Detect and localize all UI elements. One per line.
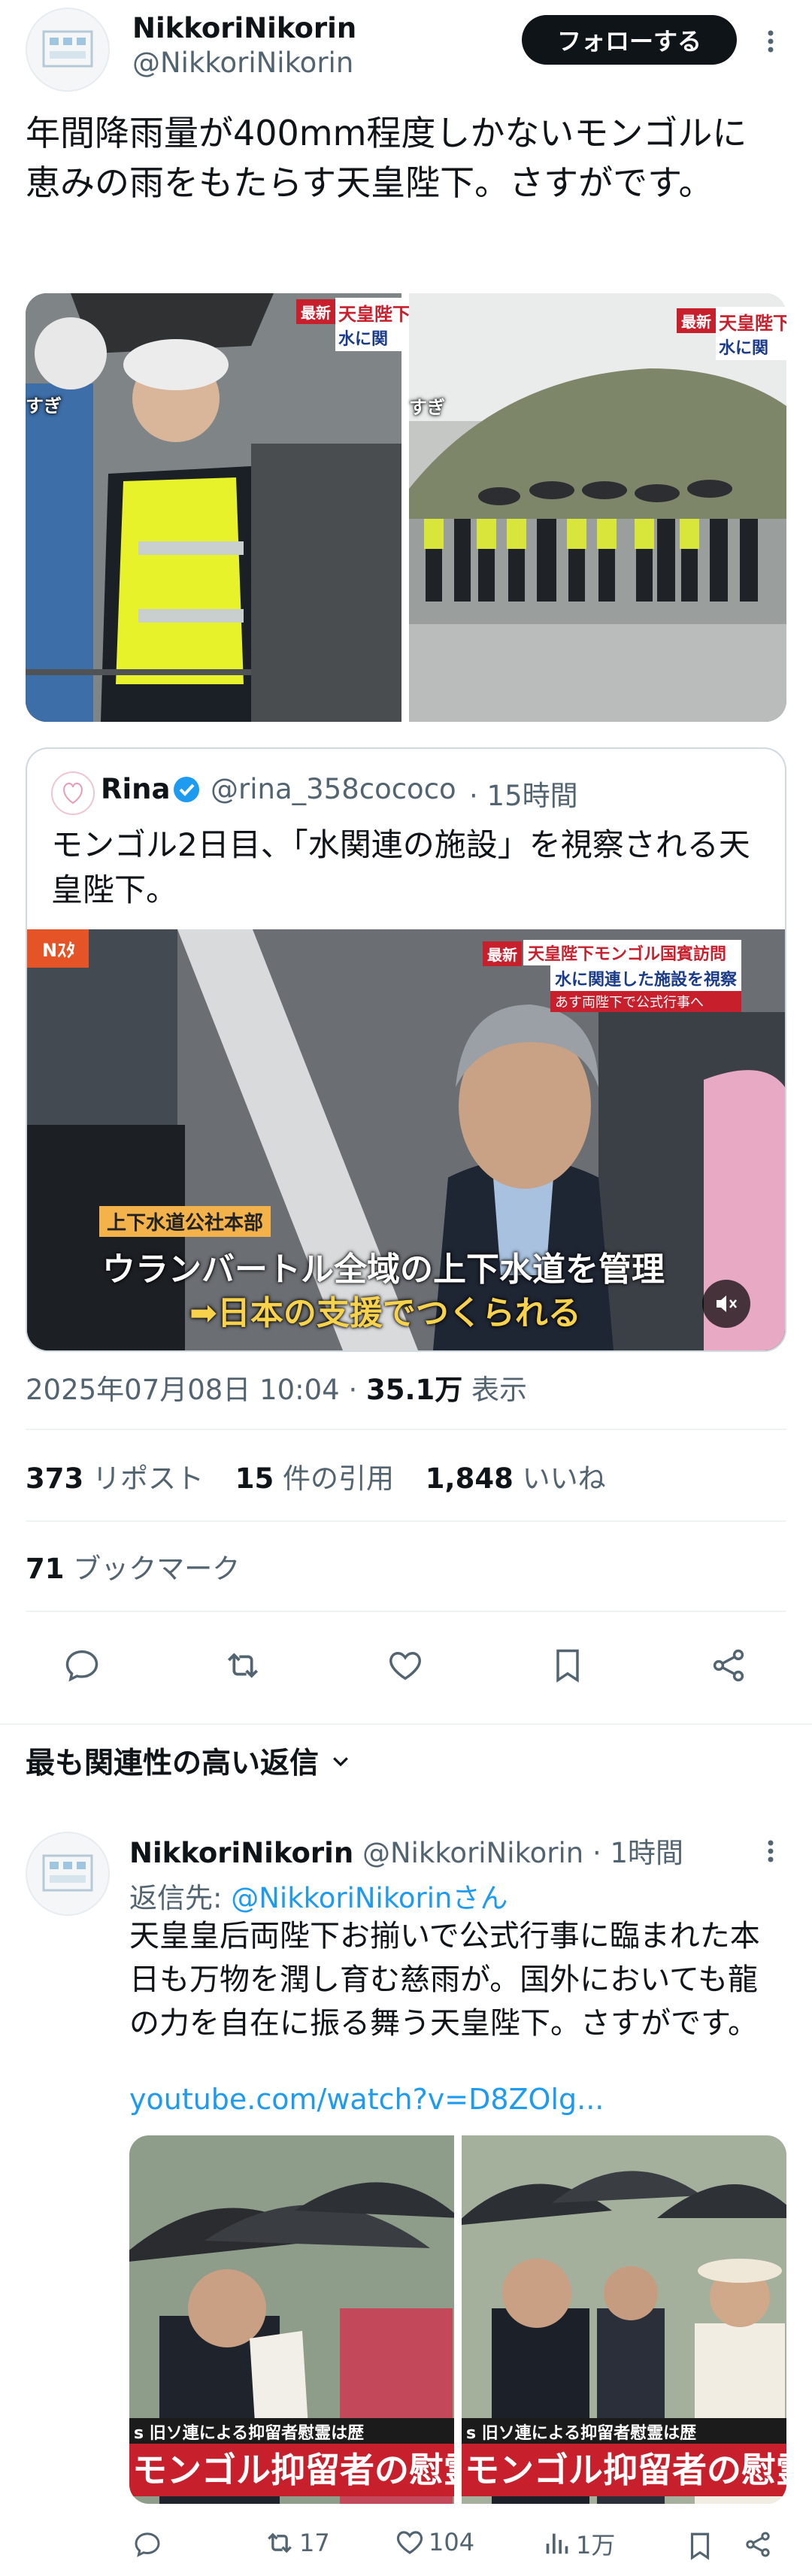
reply-views-button[interactable]: 1万 <box>541 2526 615 2561</box>
reply-image-2-caption: モンゴル抑留者の慰霊 <box>462 2444 786 2496</box>
reply-link[interactable]: youtube.com/watch?v=D8ZOlg... <box>129 2083 604 2116</box>
follow-button[interactable]: フォローする <box>522 15 737 65</box>
reply-handle[interactable]: @NikkoriNikorin <box>362 1837 583 1869</box>
reply-more-options-icon[interactable] <box>759 1835 782 1868</box>
views-label: 表示 <box>462 1374 528 1406</box>
video-headline-sub: あす両陛下で公式行事へ <box>550 991 742 1012</box>
reply-like-count: 104 <box>429 2528 475 2556</box>
quoted-text: モンゴル2日目、「水関連の施設」を視察される天皇陛下。 <box>51 826 750 908</box>
news-badge: 最新 <box>296 299 335 324</box>
reply-display-name[interactable]: NikkoriNikorin <box>129 1837 353 1869</box>
tweet-timestamp[interactable]: 2025年07月08日 10:04 · <box>26 1374 366 1406</box>
quoted-tweet[interactable]: Rina @rina_358cococo · 15時間 モンゴル2日目、「水関連… <box>26 747 786 1352</box>
headline-2-line-1: 天皇陛下 <box>719 313 786 334</box>
reply-image-1-caption: モンゴル抑留者の慰霊 <box>129 2444 454 2496</box>
reply-views-count: 1万 <box>576 2531 616 2559</box>
reply-image-1-caption-top: s 旧ソ連による抑留者慰霊は歴 <box>129 2418 454 2445</box>
more-options-icon[interactable] <box>759 23 782 60</box>
reply-bookmark-icon[interactable] <box>681 2525 719 2567</box>
side-caption-2: すぎ <box>409 397 445 418</box>
video-headline: 天皇陛下モンゴル国賓訪問 水に関連した施設を視察 あす両陛下で公式行事へ <box>523 940 742 1012</box>
reply-icon[interactable] <box>56 1639 108 1692</box>
reposts-stat[interactable]: 373 リポスト <box>26 1462 204 1495</box>
quoted-handle[interactable]: @rina_358cococo <box>211 773 456 805</box>
reply-like-button[interactable]: 104 <box>394 2526 474 2558</box>
mute-icon[interactable] <box>702 1280 750 1328</box>
author-display-name[interactable]: NikkoriNikorin <box>132 12 356 44</box>
tweet-image-1[interactable]: 最新 天皇陛下 水に関 すぎ <box>26 293 411 722</box>
reply-to-prefix: 返信先: <box>129 1882 232 1914</box>
quotes-label: 件の引用 <box>274 1462 395 1495</box>
quoted-display-name[interactable]: Rina <box>101 773 170 805</box>
reply-repost-count: 17 <box>299 2529 330 2557</box>
like-icon[interactable] <box>379 1639 432 1692</box>
headline-2-line-2: 水に関 <box>719 339 769 358</box>
reply-image-2[interactable]: s 旧ソ連による抑留者慰霊は歴 モンゴル抑留者の慰霊 <box>462 2135 786 2504</box>
reply-header: NikkoriNikorin @NikkoriNikorin · 1時間 <box>129 1830 683 1871</box>
news-headline: 天皇陛下 水に関 <box>335 298 411 351</box>
quotes-count: 15 <box>235 1462 274 1495</box>
video-caption-line-1: ウランバートル全域の上下水道を管理 <box>102 1250 665 1289</box>
verified-badge-icon <box>173 776 200 803</box>
reply-image-1[interactable]: s 旧ソ連による抑留者慰霊は歴 モンゴル抑留者の慰霊 <box>129 2135 454 2504</box>
side-caption: すぎ <box>26 395 62 417</box>
reply-time[interactable]: · 1時間 <box>592 1837 683 1869</box>
replies-sort-dropdown[interactable]: 最も関連性の高い返信 <box>26 1740 352 1782</box>
repost-icon[interactable] <box>217 1639 269 1692</box>
bookmarks-stat[interactable]: 71 ブックマーク <box>26 1546 240 1587</box>
quoted-video[interactable]: Nｽﾀ 最新 天皇陛下モンゴル国賓訪問 水に関連した施設を視察 あす両陛下で公式… <box>27 929 785 1350</box>
video-news-badge: 最新 <box>483 941 522 966</box>
bookmarks-label: ブックマーク <box>64 1553 241 1585</box>
reply-like-icon <box>396 2531 423 2554</box>
headline-line-1: 天皇陛下 <box>338 304 411 325</box>
video-headline-mid: 水に関連した施設を視察 <box>550 965 742 991</box>
reposts-label: リポスト <box>83 1462 204 1495</box>
reply-repost-button[interactable]: 17 <box>263 2526 330 2559</box>
replies-sort-label: 最も関連性の高い返信 <box>26 1747 320 1780</box>
likes-label: いいね <box>513 1462 606 1495</box>
news-headline-2: 天皇陛下 水に関 <box>716 307 786 360</box>
chevron-down-icon <box>329 1750 352 1772</box>
engagement-stats: 373 リポスト 15 件の引用 1,848 いいね <box>26 1456 606 1496</box>
analytics-icon <box>546 2533 568 2554</box>
video-headline-top: 天皇陛下モンゴル国賓訪問 <box>523 940 742 965</box>
likes-count: 1,848 <box>425 1462 514 1495</box>
channel-logo: Nｽﾀ <box>27 929 89 968</box>
divider <box>26 1611 786 1612</box>
reply-to-link[interactable]: @NikkoriNikorinさん <box>231 1882 508 1914</box>
tweet-timestamp-row[interactable]: 2025年07月08日 10:04 · 35.1万 表示 <box>26 1367 527 1408</box>
news-badge-2: 最新 <box>677 308 716 333</box>
video-location-label: 上下水道公社本部 <box>99 1206 271 1237</box>
section-divider <box>0 1723 812 1725</box>
reply-media-grid: s 旧ソ連による抑留者慰霊は歴 モンゴル抑留者の慰霊 s 旧ソ連による抑留者慰霊… <box>129 2135 786 2504</box>
reply-text: 天皇皇后両陛下お揃いで公式行事に臨まれた本日も万物を潤し育む慈雨が。国外において… <box>129 1919 760 2041</box>
tweet-media-grid: 最新 天皇陛下 水に関 すぎ 最新 天皇陛下 水に関 すぎ <box>26 293 786 722</box>
bookmarks-count: 71 <box>26 1553 65 1585</box>
reply-reply-icon[interactable] <box>126 2523 168 2565</box>
reply-to-line: 返信先: @NikkoriNikorinさん <box>129 1875 508 1916</box>
video-caption-line-2: ➡日本の支援でつくられる <box>189 1294 581 1332</box>
reply-share-icon[interactable] <box>737 2523 779 2565</box>
share-icon[interactable] <box>702 1639 755 1692</box>
quoted-author-avatar[interactable] <box>51 771 95 815</box>
reposts-count: 373 <box>26 1462 84 1495</box>
author-avatar[interactable] <box>26 8 110 92</box>
headline-line-2: 水に関 <box>338 330 389 349</box>
reply-author-avatar[interactable] <box>26 1832 110 1916</box>
tweet-text: 年間降雨量が400mm程度しかないモンゴルに恵みの雨をもたらす天皇陛下。さすがで… <box>26 113 747 203</box>
likes-stat[interactable]: 1,848 いいね <box>426 1462 606 1495</box>
author-handle[interactable]: @NikkoriNikorin <box>132 47 353 79</box>
divider <box>26 1520 786 1522</box>
reply-image-2-caption-top: s 旧ソ連による抑留者慰霊は歴 <box>462 2418 786 2445</box>
reply-repost-icon <box>268 2532 292 2553</box>
views-count: 35.1万 <box>366 1374 463 1406</box>
divider <box>26 1429 786 1430</box>
tweet-image-2[interactable]: 最新 天皇陛下 水に関 すぎ <box>409 293 786 722</box>
quotes-stat[interactable]: 15 件の引用 <box>235 1462 394 1495</box>
bookmark-icon[interactable] <box>541 1639 594 1692</box>
quoted-time[interactable]: · 15時間 <box>469 773 578 814</box>
